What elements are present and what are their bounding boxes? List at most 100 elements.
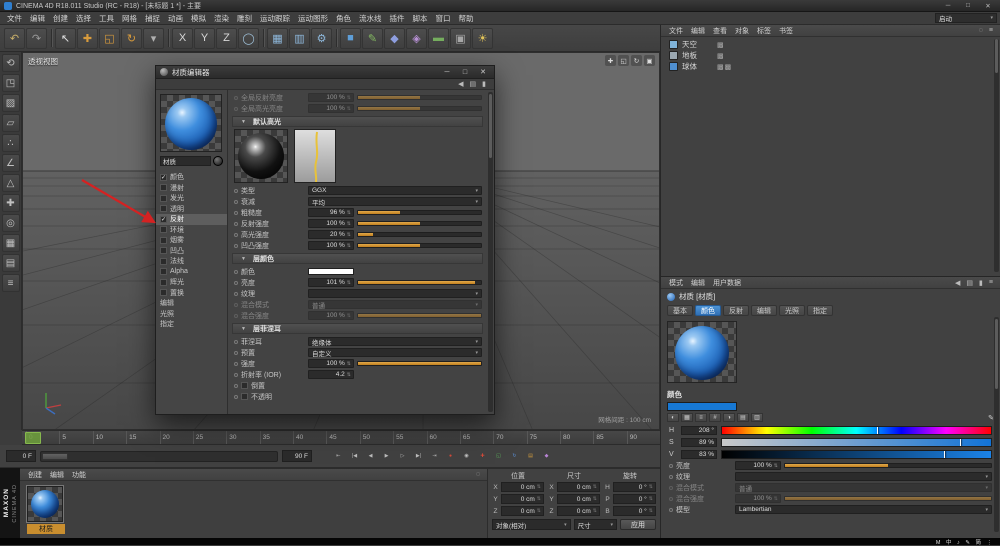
quantize-button[interactable]: ≡ <box>2 274 20 292</box>
enable-snap-button[interactable]: ▦ <box>2 234 20 252</box>
hex-icon[interactable]: # <box>709 413 721 422</box>
channel-checkbox[interactable] <box>160 226 167 233</box>
add-camera-button[interactable]: ▣ <box>450 28 471 49</box>
property-value-input[interactable]: 100 % <box>735 494 781 503</box>
last-tool-button[interactable]: ▾ <box>143 28 164 49</box>
menu-item[interactable]: 对象 <box>731 25 753 36</box>
channel-row[interactable]: 颜色 <box>156 172 227 183</box>
channel-checkbox[interactable] <box>160 216 167 223</box>
back-icon[interactable]: ◀ <box>458 80 463 88</box>
specular-section-header[interactable]: ▼ 默认高光 <box>232 116 483 127</box>
channel-label[interactable]: 环境 <box>170 225 184 235</box>
channel-label[interactable]: Alpha <box>170 268 188 275</box>
color-swatch[interactable] <box>667 402 737 411</box>
menu-item[interactable]: 帮助 <box>455 12 478 24</box>
record-scale-button[interactable]: ◱ <box>492 450 505 463</box>
zoom-view-icon[interactable]: ◱ <box>618 55 629 66</box>
property-value-input[interactable]: 96 % <box>308 208 354 217</box>
property-value-input[interactable]: 100 % <box>308 241 354 250</box>
hsv-slider-row[interactable]: H 208 ° <box>661 424 1000 436</box>
channel-checkbox[interactable] <box>160 237 167 244</box>
redo-button[interactable]: ↷ <box>26 28 47 49</box>
attribute-tab[interactable]: 基本 <box>667 305 693 316</box>
layer-curve-widget[interactable] <box>294 129 336 183</box>
channel-row[interactable]: 法线 <box>156 256 227 267</box>
dialog-titlebar[interactable]: 材质编辑器 ─ □ ✕ <box>156 66 494 79</box>
property-select[interactable]: 平均▾ <box>308 197 482 206</box>
coordinate-input[interactable]: 0 cm <box>501 482 544 492</box>
coordinate-mode-select[interactable]: 对象(相对)▾ <box>492 519 571 530</box>
object-row[interactable]: 球体 ▩▩ <box>661 61 1000 72</box>
channel-label[interactable]: 透明 <box>170 204 184 214</box>
menu-item[interactable]: 创建 <box>49 12 72 24</box>
prev-key-button[interactable]: |◀ <box>348 450 361 463</box>
channel-row[interactable]: 环境 <box>156 225 227 236</box>
channel-label[interactable]: 漫射 <box>170 183 184 193</box>
channel-row[interactable]: 透明 <box>156 204 227 215</box>
property-row[interactable]: 高光强度 20 % 20 %▾ <box>228 229 487 240</box>
channel-checkbox[interactable] <box>160 258 167 265</box>
layer-preview[interactable] <box>234 129 288 183</box>
undo-button[interactable]: ↶ <box>4 28 25 49</box>
channel-row[interactable]: 编辑 <box>156 298 227 309</box>
object-name[interactable]: 地板 <box>682 50 697 61</box>
dialog-scrollbar[interactable] <box>488 92 493 412</box>
add-spline-button[interactable]: ✎ <box>362 28 383 49</box>
property-row[interactable]: 菲涅耳 绝缘体 绝缘体▾ <box>228 336 487 347</box>
property-row[interactable]: 衰减 平均 平均▾ <box>228 196 487 207</box>
menu-item[interactable]: 功能 <box>68 469 90 480</box>
goto-start-button[interactable]: ⇤ <box>332 450 345 463</box>
scrollbar-thumb[interactable] <box>995 319 998 389</box>
menu-item[interactable]: 标签 <box>753 25 775 36</box>
coordinate-input[interactable]: 0 cm <box>557 494 600 504</box>
window-close-button[interactable]: ✕ <box>980 1 996 11</box>
hsv-slider-row[interactable]: S 89 % <box>661 436 1000 448</box>
timeline-range-slider[interactable] <box>40 451 278 462</box>
current-frame-input[interactable]: 0 F <box>6 450 36 462</box>
property-row[interactable]: 颜色 ▾ <box>228 266 487 277</box>
coordinate-input[interactable]: 0 ° <box>613 506 656 516</box>
channel-row[interactable]: 凹凸 <box>156 246 227 257</box>
hsv-value-input[interactable]: 208 ° <box>681 426 717 435</box>
mixer-icon[interactable]: ▤ <box>737 413 749 422</box>
material-name-label[interactable]: 材质 <box>27 524 65 534</box>
object-tag-icons[interactable]: ▩ <box>717 52 725 60</box>
property-value-input[interactable]: 100 % <box>308 359 354 368</box>
rgb-sliders-icon[interactable]: ≡ <box>695 413 707 422</box>
property-row[interactable]: 亮度 101 % 101 %▾ <box>228 277 487 288</box>
menu-item[interactable]: 运动图形 <box>294 12 332 24</box>
color-swatch[interactable] <box>308 268 354 275</box>
property-select[interactable]: 普通▾ <box>308 300 482 309</box>
end-frame-input[interactable]: 90 F <box>282 450 312 462</box>
lock-icon[interactable]: ▮ <box>976 279 986 287</box>
hsv-gradient-bar[interactable] <box>721 438 992 447</box>
kelvin-icon[interactable]: ◑ <box>723 413 735 422</box>
channel-label[interactable]: 发光 <box>170 193 184 203</box>
property-row[interactable]: 混合强度 100 % 100 %▾ <box>228 310 487 321</box>
channel-checkbox[interactable] <box>160 184 167 191</box>
channel-row[interactable]: 置换 <box>156 288 227 299</box>
channel-checkbox[interactable] <box>160 247 167 254</box>
channel-checkbox[interactable] <box>160 195 167 202</box>
property-slider[interactable] <box>357 280 482 285</box>
menu-item[interactable]: 网格 <box>118 12 141 24</box>
back-icon[interactable]: ◀ <box>952 279 963 287</box>
prev-frame-button[interactable]: ◀ <box>364 450 377 463</box>
menu-item[interactable]: 模式 <box>665 277 687 288</box>
x-lock-button[interactable]: X <box>172 28 193 49</box>
channel-label[interactable]: 法线 <box>170 256 184 266</box>
property-row[interactable]: 亮度 100 % 100 %▾ <box>661 460 1000 471</box>
channel-row[interactable]: 反射 <box>156 214 227 225</box>
property-value-input[interactable]: 100 % <box>308 311 354 320</box>
channel-label[interactable]: 置换 <box>170 288 184 298</box>
add-primitive-button[interactable]: ■ <box>340 28 361 49</box>
attribute-tab[interactable]: 编辑 <box>751 305 777 316</box>
menu-item[interactable]: 运动跟踪 <box>256 12 294 24</box>
property-value-input[interactable]: 100 % <box>308 93 354 102</box>
channel-label[interactable]: 凹凸 <box>170 246 184 256</box>
property-select[interactable]: ▾ <box>735 472 992 481</box>
attribute-manager-scrollbar[interactable] <box>994 317 999 532</box>
dialog-close-button[interactable]: ✕ <box>476 67 490 78</box>
hsv-marker[interactable] <box>722 427 878 434</box>
property-row[interactable]: 强度 100 % 100 %▾ <box>228 358 487 369</box>
